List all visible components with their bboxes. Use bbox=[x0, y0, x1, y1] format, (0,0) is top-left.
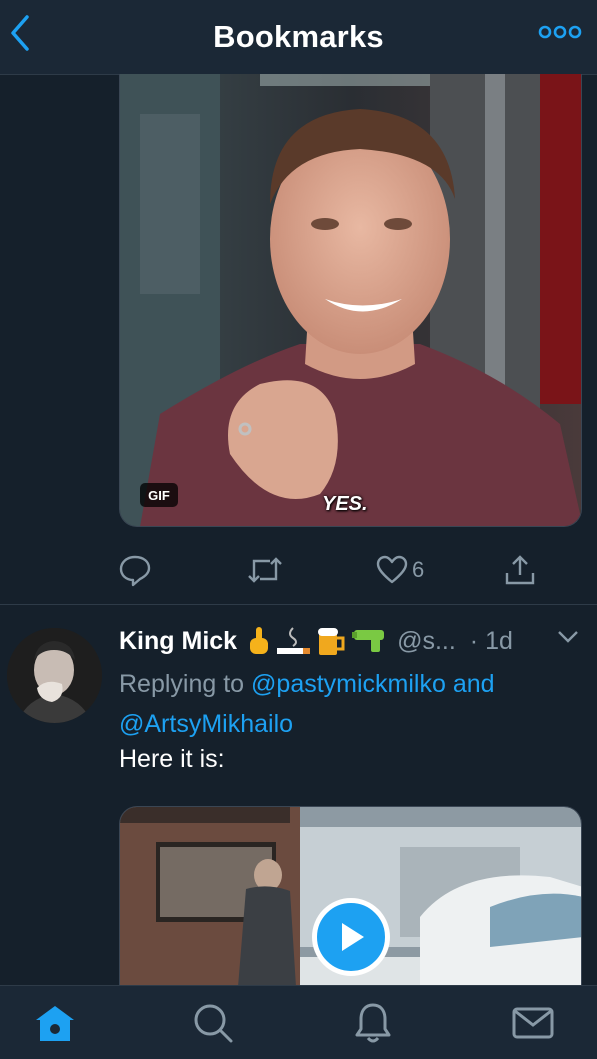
reply-button[interactable] bbox=[118, 548, 152, 592]
search-icon bbox=[194, 1004, 233, 1043]
chevron-down-icon bbox=[558, 631, 578, 643]
share-button[interactable] bbox=[503, 548, 537, 592]
author-handle[interactable]: @s... bbox=[397, 627, 456, 656]
chevron-left-icon bbox=[11, 15, 29, 51]
retweet-button[interactable] bbox=[246, 548, 284, 592]
tweet-menu-button[interactable] bbox=[557, 630, 579, 649]
like-button[interactable]: 6 bbox=[376, 548, 424, 592]
water-pistol-emoji-icon bbox=[352, 630, 385, 652]
middle-finger-emoji-icon bbox=[250, 627, 269, 654]
tab-notifications[interactable] bbox=[333, 986, 413, 1059]
gif-caption: YES. bbox=[322, 493, 368, 515]
play-button[interactable] bbox=[312, 898, 390, 976]
heart-icon bbox=[376, 555, 408, 584]
and-label: and bbox=[452, 670, 495, 698]
tab-search[interactable] bbox=[173, 986, 253, 1059]
author-name[interactable]: King Mick bbox=[119, 627, 237, 656]
replying-to: Replying to @pastymickmilko and @ArtsyMi… bbox=[119, 664, 579, 744]
reply-icon bbox=[119, 555, 151, 587]
notifications-icon bbox=[355, 1003, 391, 1043]
tweet-time: · 1d bbox=[469, 626, 513, 655]
gif-badge: GIF bbox=[140, 483, 178, 507]
home-icon bbox=[36, 1006, 74, 1041]
play-icon bbox=[342, 923, 364, 951]
tweet-header: King Mick @s... · 1d bbox=[119, 622, 589, 660]
messages-icon bbox=[512, 1007, 554, 1039]
like-count: 6 bbox=[412, 557, 425, 582]
tab-messages[interactable] bbox=[493, 986, 573, 1059]
gif-image bbox=[120, 74, 581, 526]
tweet-gif-media[interactable] bbox=[119, 74, 582, 527]
replying-to-label: Replying to bbox=[119, 670, 245, 698]
mention-link[interactable]: @ArtsyMikhailo bbox=[119, 710, 293, 738]
cigarette-emoji-icon bbox=[277, 627, 311, 654]
beer-emoji-icon bbox=[318, 628, 345, 655]
more-options-button[interactable] bbox=[537, 18, 583, 46]
bottom-tab-bar bbox=[0, 985, 597, 1059]
tweet-divider bbox=[0, 604, 597, 605]
avatar[interactable] bbox=[7, 628, 102, 723]
name-emojis bbox=[247, 625, 387, 657]
more-dots-icon bbox=[538, 25, 582, 39]
back-button[interactable] bbox=[0, 12, 40, 54]
top-navigation-bar: Bookmarks bbox=[0, 0, 597, 75]
page-title: Bookmarks bbox=[213, 19, 384, 54]
tweet-action-bar: 6 bbox=[0, 548, 597, 592]
retweet-icon bbox=[248, 557, 282, 583]
share-icon bbox=[505, 555, 535, 585]
avatar-image bbox=[7, 628, 102, 723]
tab-home[interactable] bbox=[15, 986, 95, 1059]
tweet-text: Here it is: bbox=[119, 745, 225, 773]
mention-link[interactable]: @pastymickmilko bbox=[251, 670, 446, 698]
